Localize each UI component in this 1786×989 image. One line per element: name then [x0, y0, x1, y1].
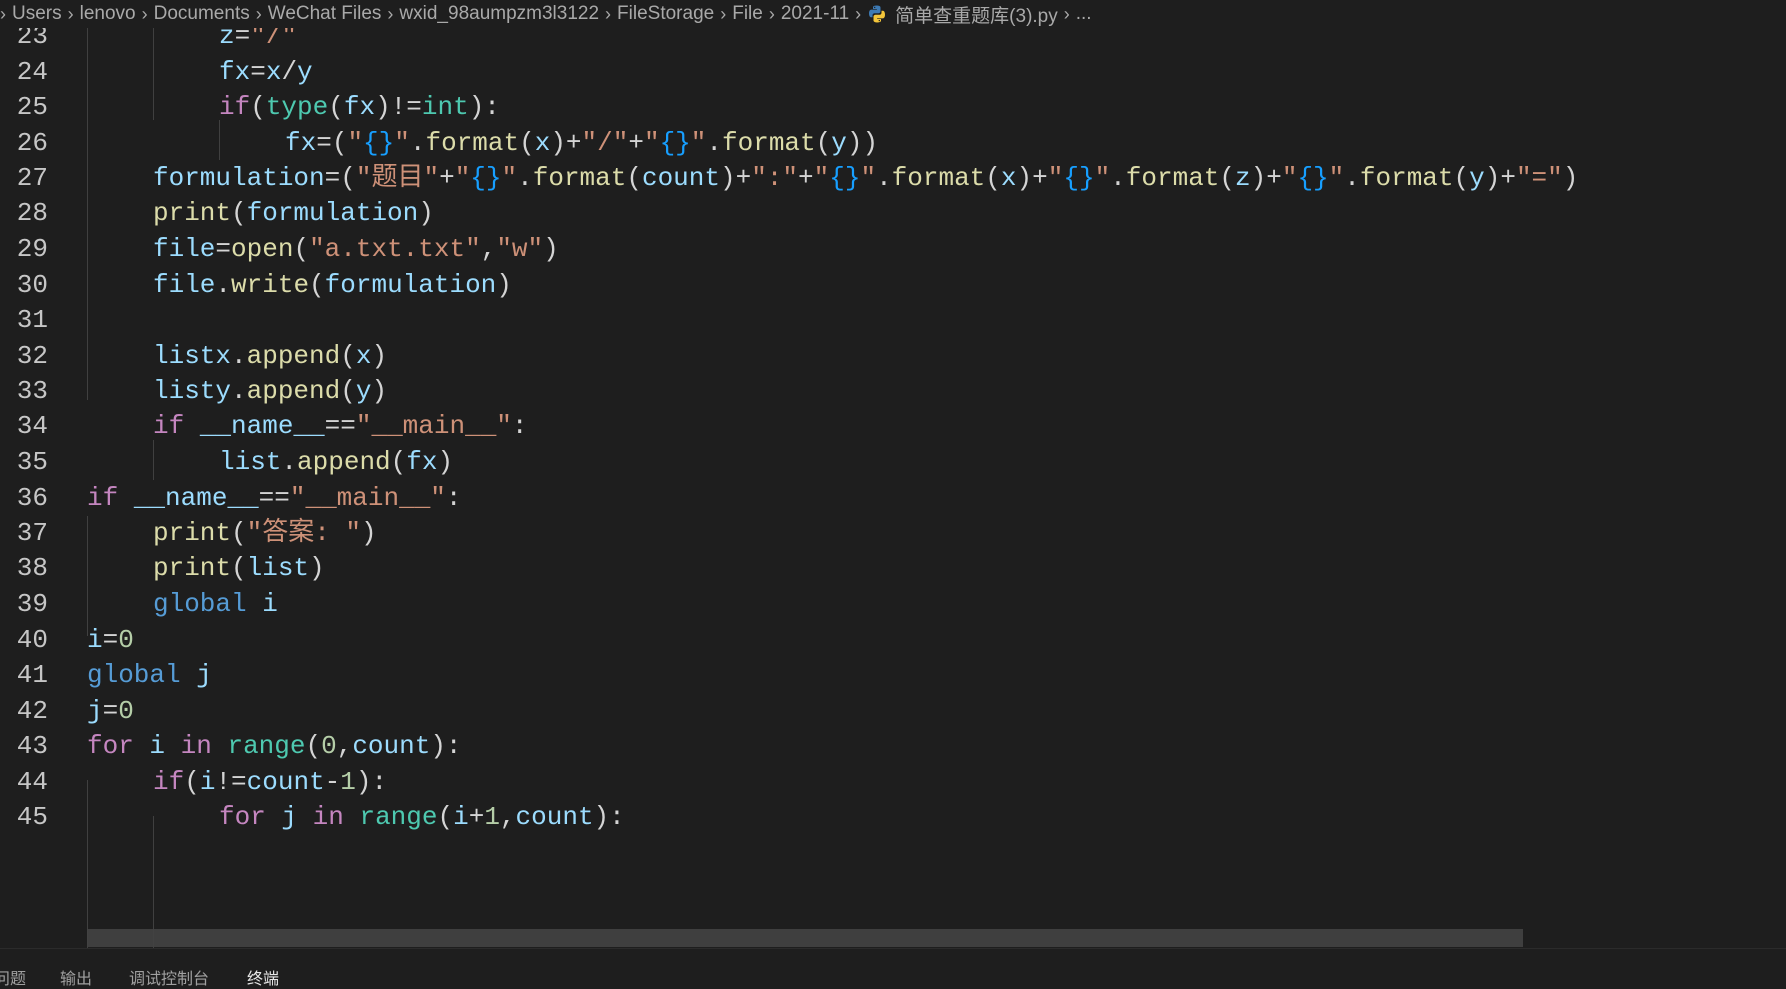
line-number: 43 — [16, 731, 48, 761]
breadcrumb: › Users › lenovo › Documents › WeChat Fi… — [0, 0, 1786, 28]
code-line: 43 for i in range(0,count): — [0, 726, 1786, 766]
code-line: 31 — [0, 300, 1786, 340]
code-line: 28 print(formulation) — [0, 193, 1786, 233]
chevron-right-icon: › — [141, 3, 148, 24]
file-name-label: 简单查重题库(3).py — [895, 5, 1058, 27]
code-editor[interactable]: 23 z="/" 24 fx=x/y 25 if(type(fx)!=int): 26… — [0, 20, 1786, 948]
code-line: 44 if(i!=count-1): — [0, 762, 1786, 802]
panel-tab-bar: 问题 输出 调试控制台 终端 — [0, 948, 1786, 989]
chevron-right-icon: › — [605, 3, 612, 24]
line-number: 40 — [16, 625, 48, 655]
code-line: 37 print("答案: ") — [0, 513, 1786, 553]
line-number: 37 — [16, 518, 48, 548]
line-number: 35 — [16, 447, 48, 477]
code-line: 36 if __name__=="__main__": — [0, 478, 1786, 518]
line-number: 41 — [16, 660, 48, 690]
breadcrumb-item-file-name[interactable]: 简单查重题库(3).py — [867, 1, 1058, 28]
chevron-right-icon: › — [768, 3, 775, 24]
code-line: 25 if(type(fx)!=int): — [0, 87, 1786, 127]
breadcrumb-item-wechat-files[interactable]: WeChat Files — [268, 3, 382, 25]
horizontal-scrollbar[interactable] — [87, 929, 1523, 947]
breadcrumb-item-lenovo[interactable]: lenovo — [80, 3, 136, 25]
code-line: 32 listx.append(x) — [0, 336, 1786, 376]
code-line: 35 list.append(fx) — [0, 442, 1786, 482]
line-number: 27 — [16, 163, 48, 193]
breadcrumb-item-wxid[interactable]: wxid_98aumpzm3l3122 — [399, 3, 599, 25]
line-number: 33 — [16, 376, 48, 406]
chevron-right-icon: › — [387, 3, 394, 24]
code-line: 29 file=open("a.txt.txt","w") — [0, 229, 1786, 269]
chevron-right-icon: › — [720, 3, 727, 24]
line-number: 38 — [16, 553, 48, 583]
tab-terminal[interactable]: 终端 — [247, 965, 279, 989]
line-number: 24 — [16, 57, 48, 87]
python-icon — [869, 5, 886, 23]
line-number: 36 — [16, 483, 48, 513]
code-line: 39 global i — [0, 584, 1786, 624]
breadcrumb-item-filestorage[interactable]: FileStorage — [617, 3, 714, 25]
code-line: 26 fx=("{}".format(x)+"/"+"{}".format(y)) — [0, 123, 1786, 163]
line-number: 34 — [16, 411, 48, 441]
line-number: 45 — [16, 802, 48, 832]
code-line: 33 listy.append(y) — [0, 371, 1786, 411]
breadcrumb-item-2021-11[interactable]: 2021-11 — [781, 3, 849, 25]
line-number: 39 — [16, 589, 48, 619]
breadcrumb-item-users[interactable]: Users — [12, 3, 62, 25]
code-line: 30 file.write(formulation) — [0, 265, 1786, 305]
line-number: 31 — [16, 305, 48, 335]
breadcrumb-symbols-ellipsis[interactable]: ... — [1076, 3, 1092, 25]
breadcrumb-item-file[interactable]: File — [732, 3, 763, 25]
code-line: 24 fx=x/y — [0, 52, 1786, 92]
line-number: 28 — [16, 198, 48, 228]
tab-debug-console[interactable]: 调试控制台 — [129, 965, 209, 989]
line-number: 32 — [16, 341, 48, 371]
tab-output[interactable]: 输出 — [60, 965, 92, 989]
code-line: 27 formulation=("题目"+"{}".format(count)+"… — [0, 158, 1786, 198]
code-line: 34 if __name__=="__main__": — [0, 406, 1786, 446]
line-number: 26 — [16, 128, 48, 158]
tab-problems[interactable]: 问题 — [0, 965, 26, 989]
code-line: 41 global j — [0, 655, 1786, 695]
line-number: 44 — [16, 767, 48, 797]
chevron-right-icon: › — [1063, 3, 1070, 24]
chevron-right-icon: › — [255, 3, 262, 24]
line-number: 42 — [16, 696, 48, 726]
code-line: 38 print(list) — [0, 548, 1786, 588]
code-line: 42 j=0 — [0, 691, 1786, 731]
line-number: 25 — [16, 92, 48, 122]
line-number: 30 — [16, 270, 48, 300]
code-line: 40 i=0 — [0, 620, 1786, 660]
chevron-right-icon: › — [855, 3, 862, 24]
chevron-right-icon: › — [67, 3, 74, 24]
chevron-right-icon: › — [0, 3, 6, 24]
breadcrumb-item-documents[interactable]: Documents — [154, 3, 250, 25]
line-number: 29 — [16, 234, 48, 264]
code-line: 45 for j in range(i+1,count): — [0, 797, 1786, 837]
